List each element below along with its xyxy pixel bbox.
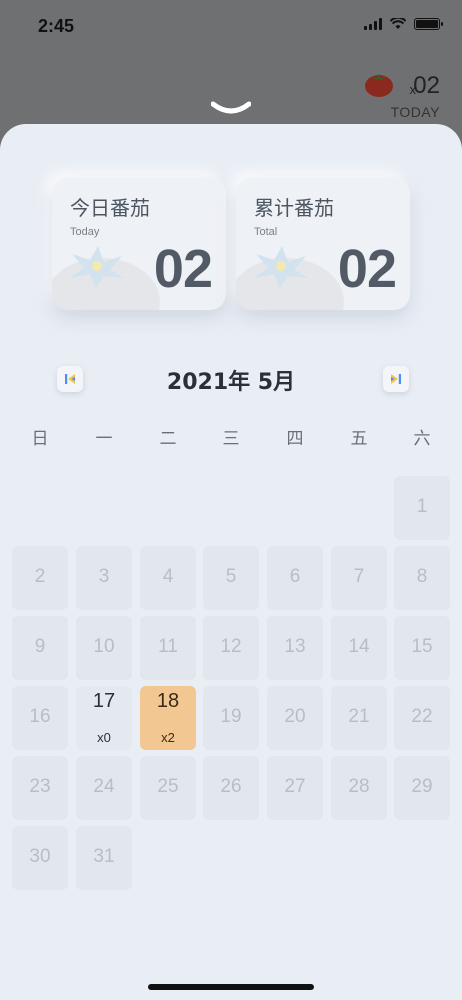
day-number: 20 [284, 706, 306, 727]
day-number: 12 [220, 636, 242, 657]
day-number: 1 [416, 496, 428, 517]
calendar-day[interactable]: 22 [394, 686, 450, 750]
day-number: 4 [162, 566, 174, 587]
day-number: 2 [34, 566, 46, 587]
day-number: 9 [34, 636, 46, 657]
calendar-day[interactable]: 31 [76, 826, 132, 890]
calendar-day[interactable]: 24 [76, 756, 132, 820]
day-number: 8 [416, 566, 428, 587]
weekday-label: 五 [350, 429, 368, 449]
calendar-day[interactable]: 17 x0 [76, 686, 132, 750]
tomato-watermark-icon [236, 246, 344, 310]
background-today-label: TODAY [390, 104, 440, 120]
day-number: 22 [411, 706, 433, 727]
day-number: 31 [93, 846, 115, 867]
day-tomato-count: x2 [161, 730, 175, 745]
calendar-day[interactable]: 5 [203, 546, 259, 610]
status-bar: 2:45 [0, 0, 462, 54]
day-number: 11 [158, 636, 178, 657]
calendar-day[interactable]: 29 [394, 756, 450, 820]
day-number: 27 [284, 776, 306, 797]
calendar-day[interactable]: 9 [12, 616, 68, 680]
weekday-label: 一 [95, 429, 113, 449]
total-stat-subtitle: Total [254, 226, 278, 238]
day-number: 21 [348, 706, 370, 727]
calendar-day[interactable]: 25 [140, 756, 196, 820]
calendar-day[interactable]: 10 [76, 616, 132, 680]
weekday-label: 二 [159, 429, 177, 449]
calendar-day[interactable]: 2 [12, 546, 68, 610]
chevron-down-icon[interactable] [211, 100, 251, 116]
calendar-day[interactable]: 23 [12, 756, 68, 820]
calendar-day[interactable]: 8 [394, 546, 450, 610]
calendar-day[interactable]: 27 [267, 756, 323, 820]
calendar-day[interactable]: 30 [12, 826, 68, 890]
day-number: 23 [29, 776, 51, 797]
day-number: 14 [348, 636, 370, 657]
status-time: 2:45 [38, 16, 75, 36]
day-number: 28 [348, 776, 370, 797]
day-number: 7 [353, 566, 365, 587]
calendar-day[interactable]: 19 [203, 686, 259, 750]
weekday-label: 六 [413, 429, 431, 449]
weekday-label: 三 [222, 429, 240, 449]
day-number: 25 [157, 776, 179, 797]
day-number: 16 [29, 706, 51, 727]
weekday-label: 日 [31, 429, 49, 449]
skip-next-icon [391, 374, 401, 384]
day-number: 10 [93, 636, 115, 657]
day-number: 17 [92, 690, 116, 712]
day-number: 24 [93, 776, 115, 797]
tomato-icon [365, 74, 393, 97]
stats-sheet: 今日番茄 Today 02 累计番茄 Total 02 2021年 5月 日一二… [0, 124, 462, 1000]
calendar-day[interactable]: 15 [394, 616, 450, 680]
day-number: 6 [289, 566, 301, 587]
day-number: 30 [29, 846, 51, 867]
today-stat-subtitle: Today [70, 226, 100, 238]
day-tomato-count: x0 [97, 730, 111, 745]
calendar-day[interactable]: 6 [267, 546, 323, 610]
calendar-day[interactable]: 16 [12, 686, 68, 750]
calendar-day[interactable]: 1 [394, 476, 450, 540]
home-indicator [148, 984, 314, 990]
day-number: 5 [225, 566, 237, 587]
signal-icon [364, 18, 382, 30]
next-month-button[interactable] [383, 366, 409, 392]
calendar-day[interactable]: 28 [331, 756, 387, 820]
calendar-day[interactable]: 18 x2 [140, 686, 196, 750]
tomato-watermark-icon [52, 246, 160, 310]
day-number: 13 [284, 636, 306, 657]
today-stat-value: 02 [153, 239, 213, 299]
day-number: 18 [156, 690, 180, 712]
battery-icon [414, 18, 443, 30]
calendar-day[interactable]: 21 [331, 686, 387, 750]
calendar-day[interactable]: 7 [331, 546, 387, 610]
calendar-day[interactable]: 3 [76, 546, 132, 610]
weekday-label: 四 [286, 429, 304, 449]
background-today-count: 02 [413, 72, 440, 99]
status-icons [364, 18, 443, 30]
calendar-day[interactable]: 20 [267, 686, 323, 750]
today-stat-card: 今日番茄 Today 02 [52, 178, 226, 310]
calendar-day[interactable]: 13 [267, 616, 323, 680]
wifi-icon [390, 18, 406, 29]
calendar-day[interactable]: 11 [140, 616, 196, 680]
calendar-day[interactable]: 26 [203, 756, 259, 820]
total-stat-value: 02 [337, 239, 397, 299]
today-stat-title: 今日番茄 [70, 196, 150, 220]
day-number: 29 [411, 776, 433, 797]
day-number: 15 [411, 636, 433, 657]
calendar-day[interactable]: 14 [331, 616, 387, 680]
day-number: 26 [220, 776, 242, 797]
total-stat-card: 累计番茄 Total 02 [236, 178, 410, 310]
calendar-day[interactable]: 12 [203, 616, 259, 680]
total-stat-title: 累计番茄 [254, 196, 334, 220]
day-number: 19 [220, 706, 242, 727]
calendar-day[interactable]: 4 [140, 546, 196, 610]
day-number: 3 [98, 566, 110, 587]
